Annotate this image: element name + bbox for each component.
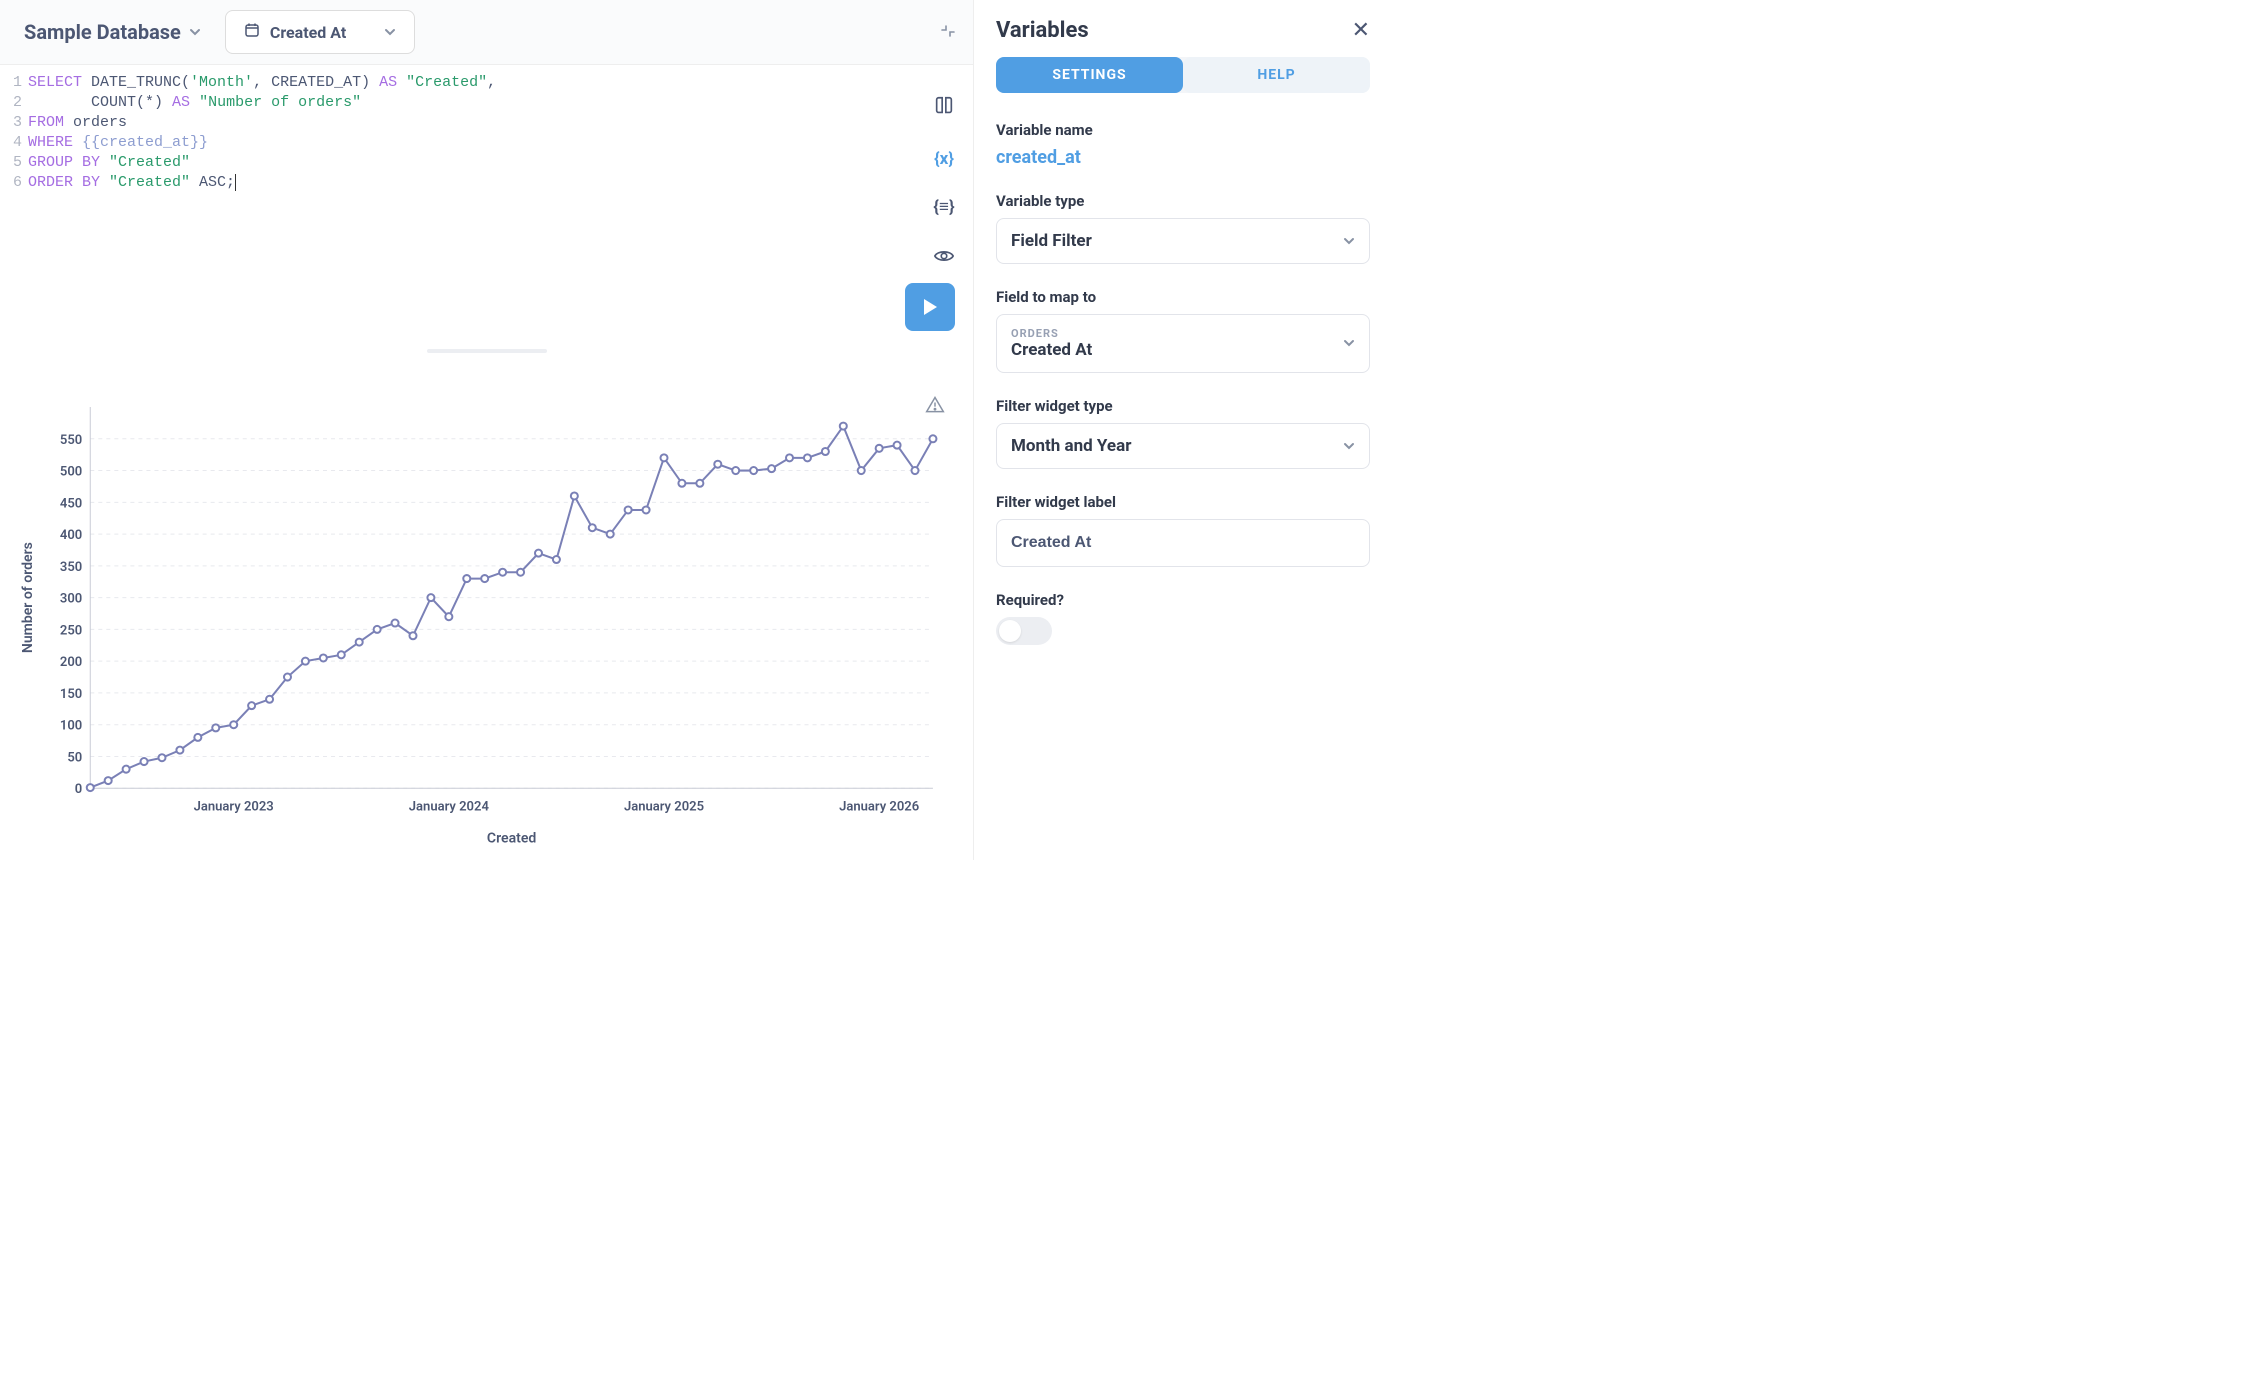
svg-text:250: 250 [60, 623, 82, 638]
svg-text:200: 200 [60, 655, 82, 670]
database-name: Sample Database [24, 20, 181, 44]
field-map-label: Field to map to [996, 288, 1370, 306]
variables-panel: Variables ✕ SETTINGS HELP Variable name … [974, 0, 1392, 860]
required-label: Required? [996, 591, 1370, 609]
sql-code[interactable]: SELECT DATE_TRUNC('Month', CREATED_AT) A… [28, 65, 973, 349]
close-icon[interactable]: ✕ [1352, 18, 1370, 43]
svg-text:450: 450 [60, 496, 82, 511]
sql-editor[interactable]: 1 2 3 4 5 6 SELECT DATE_TRUNC('Month', C… [0, 65, 973, 349]
svg-text:500: 500 [60, 464, 82, 479]
svg-text:January 2025: January 2025 [624, 799, 704, 814]
svg-text:350: 350 [60, 559, 82, 574]
svg-text:550: 550 [60, 432, 82, 447]
chevron-down-icon [1343, 437, 1355, 456]
database-selector[interactable]: Sample Database [14, 14, 211, 50]
svg-text:150: 150 [60, 687, 82, 702]
svg-text:100: 100 [60, 718, 82, 733]
widget-type-select[interactable]: Month and Year [996, 423, 1370, 469]
run-query-button[interactable] [905, 283, 955, 331]
filter-param-label: Created At [270, 23, 346, 42]
editor-toolbar: Sample Database Created At [0, 0, 973, 65]
var-type-label: Variable type [996, 192, 1370, 210]
widget-label-input[interactable] [996, 519, 1370, 567]
svg-text:300: 300 [60, 591, 82, 606]
line-chart: 0 50 100 150 200 250 300 350 400 450 500 550 January… [10, 395, 953, 850]
var-name-label: Variable name [996, 121, 1370, 139]
panel-tabs: SETTINGS HELP [996, 57, 1370, 93]
chevron-down-icon [1343, 232, 1355, 251]
collapse-editor-icon[interactable] [939, 22, 959, 42]
svg-text:January 2024: January 2024 [409, 799, 490, 814]
tab-settings[interactable]: SETTINGS [996, 57, 1183, 93]
warning-icon[interactable] [925, 395, 945, 419]
svg-text:50: 50 [67, 750, 82, 765]
calendar-icon [244, 22, 260, 42]
svg-text:Created: Created [487, 830, 536, 846]
filter-param-chip[interactable]: Created At [225, 10, 415, 54]
svg-text:Number of orders: Number of orders [20, 542, 36, 653]
svg-text:400: 400 [60, 528, 82, 543]
field-map-select[interactable]: ORDERS Created At [996, 314, 1370, 373]
tab-help[interactable]: HELP [1183, 57, 1370, 93]
panel-title: Variables [996, 18, 1089, 43]
snippets-icon[interactable]: {≡} [933, 197, 954, 217]
var-type-select[interactable]: Field Filter [996, 218, 1370, 264]
required-toggle[interactable] [996, 617, 1052, 645]
variables-icon[interactable]: {x} [934, 149, 954, 169]
svg-text:0: 0 [75, 782, 82, 797]
line-gutter: 1 2 3 4 5 6 [0, 65, 28, 349]
svg-text:January 2023: January 2023 [194, 799, 274, 814]
chart-area: 0 50 100 150 200 250 300 350 400 450 500 550 January… [0, 355, 973, 860]
preview-icon[interactable] [933, 245, 955, 271]
var-name-value: created_at [996, 147, 1370, 168]
chevron-down-icon [189, 19, 201, 43]
widget-type-label: Filter widget type [996, 397, 1370, 415]
svg-text:January 2026: January 2026 [839, 799, 919, 814]
widget-label-label: Filter widget label [996, 493, 1370, 511]
reference-icon[interactable] [933, 95, 955, 121]
chevron-down-icon [1343, 334, 1355, 353]
chevron-down-icon [384, 23, 396, 42]
